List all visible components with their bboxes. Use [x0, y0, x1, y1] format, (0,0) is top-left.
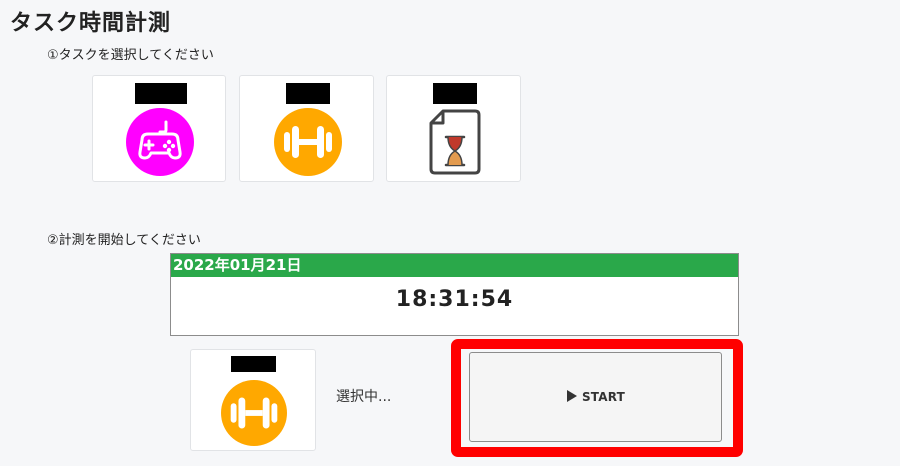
play-icon	[566, 388, 578, 407]
step-select-task-label: ①タスクを選択してください	[47, 48, 214, 63]
start-button[interactable]: START	[469, 352, 722, 442]
time-display: 18:31:54	[395, 287, 514, 312]
dumbbell-icon	[221, 380, 287, 446]
selection-status: 選択中...	[336, 389, 392, 405]
redacted-label	[433, 83, 477, 104]
redacted-label	[135, 83, 187, 104]
date-display: 2022年01月21日	[171, 254, 738, 277]
task-card-document[interactable]	[386, 75, 521, 182]
step-start-measure-label: ②計測を開始してください	[47, 233, 201, 248]
task-card-game[interactable]	[92, 75, 226, 182]
redacted-label	[286, 83, 330, 104]
dumbbell-icon	[274, 108, 342, 176]
document-hourglass-icon	[427, 109, 483, 175]
start-button-label: START	[581, 390, 626, 404]
clock-panel: 2022年01月21日 18:31:54	[170, 253, 739, 336]
page-title: タスク時間計測	[10, 11, 172, 36]
redacted-label	[231, 356, 276, 372]
gamepad-icon	[126, 108, 194, 176]
task-card-workout[interactable]	[239, 75, 374, 182]
selected-task-card	[190, 349, 316, 451]
